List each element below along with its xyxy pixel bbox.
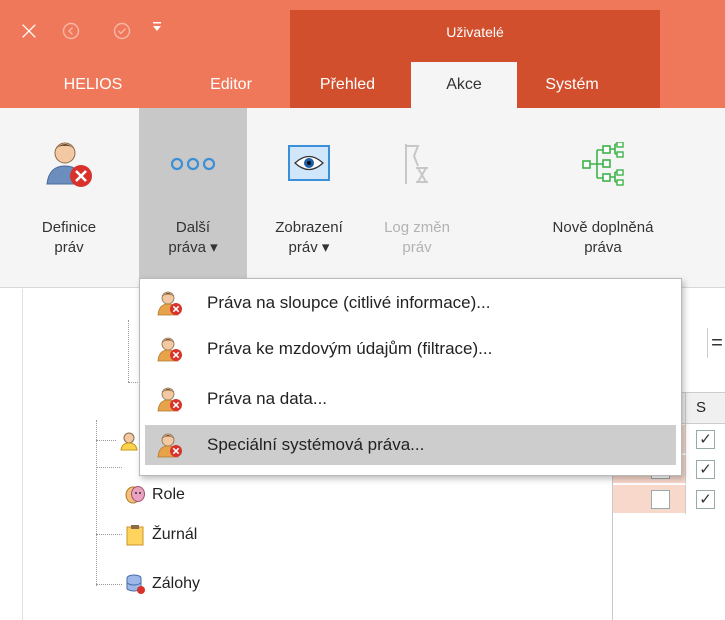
tree-connector bbox=[128, 320, 129, 382]
tree-connector bbox=[96, 584, 122, 585]
tree-connector bbox=[96, 420, 97, 586]
hierarchy-icon bbox=[577, 138, 629, 190]
app-logo-icon[interactable] bbox=[20, 22, 38, 40]
menu-label: Práva na sloupce (citlivé informace)... bbox=[207, 293, 491, 312]
menu-item-prava-na-sloupce[interactable]: Práva na sloupce (citlivé informace)... bbox=[145, 283, 676, 323]
row-select-checkbox[interactable] bbox=[651, 490, 670, 509]
tree-label-role: Role bbox=[152, 486, 185, 503]
user-remove-icon bbox=[155, 334, 185, 364]
qat-dropdown-icon[interactable] bbox=[148, 18, 166, 36]
menu-label: Speciální systémová práva... bbox=[207, 435, 425, 454]
nove-doplnena-label-1: Nově doplněná bbox=[552, 219, 654, 236]
menu-item-specialni-systemova-prava[interactable]: Speciální systémová práva... bbox=[145, 425, 676, 465]
grid-filter-button[interactable]: = bbox=[707, 328, 725, 358]
clipboard-icon bbox=[124, 524, 146, 546]
tree-connector bbox=[96, 467, 122, 468]
grid-row[interactable]: ✓ bbox=[613, 485, 725, 514]
menu-item-prava-na-data[interactable]: Práva na data... bbox=[145, 379, 676, 419]
user-remove-icon bbox=[43, 138, 95, 190]
menu-label: Práva ke mzdovým údajům (filtrace)... bbox=[207, 339, 493, 358]
tab-editor[interactable]: Editor bbox=[176, 62, 286, 108]
row-checkbox[interactable]: ✓ bbox=[696, 460, 715, 479]
log-zmen-prav-button[interactable]: Log změn práv bbox=[367, 108, 467, 288]
dalsi-prava-label-1: Další bbox=[175, 219, 211, 236]
definice-prav-label-2: práv bbox=[54, 239, 84, 256]
grid-header-cell[interactable]: S bbox=[685, 393, 725, 425]
nove-doplnena-prava-button[interactable]: Nově doplněná práva bbox=[534, 108, 672, 288]
user-remove-icon bbox=[155, 384, 185, 414]
eye-icon bbox=[283, 138, 335, 190]
tree-connector bbox=[96, 440, 116, 441]
log-icon bbox=[391, 138, 443, 190]
left-panel-border bbox=[22, 289, 23, 620]
definice-prav-button[interactable]: Definice práv bbox=[26, 108, 112, 288]
context-title: Uživatelé bbox=[446, 24, 504, 40]
dalsi-prava-dropdown: Práva na sloupce (citlivé informace)... … bbox=[139, 278, 682, 476]
definice-prav-label-1: Definice bbox=[41, 219, 97, 236]
dalsi-prava-button[interactable]: Další práva ▾ bbox=[139, 108, 247, 288]
zobrazeni-prav-button[interactable]: Zobrazení práv ▾ bbox=[256, 108, 362, 288]
title-bar: Uživatelé bbox=[0, 0, 725, 62]
user-icon bbox=[118, 430, 140, 452]
tab-system[interactable]: Systém bbox=[517, 62, 627, 108]
check-icon[interactable] bbox=[113, 22, 131, 40]
zobrazeni-prav-label-1: Zobrazení bbox=[275, 219, 343, 236]
tree-item-zalohy[interactable]: Zálohy bbox=[124, 571, 200, 597]
row-checkbox[interactable]: ✓ bbox=[696, 430, 715, 449]
log-zmen-label-2: práv bbox=[402, 239, 432, 256]
back-icon[interactable] bbox=[62, 22, 80, 40]
log-zmen-label-1: Log změn bbox=[384, 219, 450, 236]
row-checkbox[interactable]: ✓ bbox=[696, 490, 715, 509]
tree-connector bbox=[96, 534, 122, 535]
tree-label-zurnal: Žurnál bbox=[152, 526, 198, 543]
tab-akce[interactable]: Akce bbox=[411, 62, 517, 108]
menu-label: Práva na data... bbox=[207, 389, 328, 408]
ribbon-panel: Definice práv Další práva ▾ Zobrazení práv … bbox=[0, 108, 725, 288]
dalsi-prava-label-2: práva ▾ bbox=[168, 239, 218, 256]
menu-item-prava-ke-mzdovym[interactable]: Práva ke mzdovým údajům (filtrace)... bbox=[145, 329, 676, 369]
ribbon-tab-row: HELIOS Editor Přehled Akce Systém bbox=[0, 62, 725, 108]
tree-item-role[interactable]: Role bbox=[124, 482, 185, 508]
nove-doplnena-label-2: práva bbox=[584, 239, 622, 256]
role-icon bbox=[124, 484, 146, 506]
tree-label-zalohy: Zálohy bbox=[152, 575, 201, 592]
user-remove-icon bbox=[155, 288, 185, 318]
tab-prehled[interactable]: Přehled bbox=[290, 62, 405, 108]
user-remove-icon bbox=[155, 430, 185, 460]
tab-helios[interactable]: HELIOS bbox=[38, 62, 148, 108]
more-dots-icon bbox=[167, 138, 219, 190]
database-icon bbox=[124, 573, 146, 595]
tree-item-zurnal[interactable]: Žurnál bbox=[124, 522, 197, 548]
zobrazeni-prav-label-2: práv ▾ bbox=[288, 239, 330, 256]
